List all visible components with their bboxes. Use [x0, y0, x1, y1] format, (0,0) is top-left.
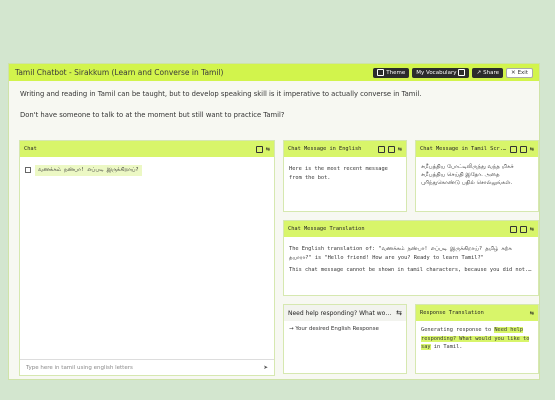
response-translation-panel: Response Translation ⇆ Generating respon…	[415, 304, 539, 374]
response-panel-body: Generating response to Need help respond…	[421, 327, 530, 350]
share-icon[interactable]: ⇆	[530, 225, 534, 233]
chat-messages: வணக்கம் நண்பா! எப்படி இருக்கிறாய்?	[20, 157, 274, 184]
chat-message: வணக்கம் நண்பா! எப்படி இருக்கிறாய்?	[25, 165, 269, 176]
book-icon	[458, 69, 466, 76]
help-panel-header: Need help responding? What would y... ⇆	[284, 305, 406, 321]
help-response-input[interactable]: → Your desired English Response	[284, 321, 406, 342]
expand-icon[interactable]	[519, 225, 527, 233]
bot-avatar-icon	[25, 167, 31, 174]
translation-text: The English translation of: "வணக்கம் நண்…	[289, 246, 512, 261]
title-bar: Tamil Chatbot - Sirakkum (Learn and Conv…	[9, 64, 539, 81]
exit-button[interactable]: ✕ Exit	[505, 67, 533, 78]
share-icon[interactable]: ⇆	[398, 145, 402, 153]
chat-input-bar[interactable]: Type here in tamil using english letters…	[20, 359, 274, 375]
intro-line-1: Writing and reading in Tamil can be taug…	[20, 90, 422, 98]
share-icon[interactable]: ⇆	[266, 145, 270, 153]
theme-icon	[377, 69, 385, 76]
chat-panel: Chat ⇆ வணக்கம் நண்பா! எப்படி இருக்கிறாய்…	[19, 140, 275, 376]
tamil-message-panel: Chat Message in Tamil Scr... ⇆ சமீபத்திய…	[415, 140, 539, 212]
share-button[interactable]: ↗ Share	[472, 67, 503, 78]
copy-icon[interactable]	[509, 225, 517, 233]
chat-input[interactable]: Type here in tamil using english letters	[26, 365, 263, 371]
app-window: Tamil Chatbot - Sirakkum (Learn and Conv…	[8, 63, 540, 380]
app-title: Tamil Chatbot - Sirakkum (Learn and Conv…	[15, 68, 224, 77]
response-panel-header: Response Translation ⇆	[416, 305, 538, 321]
expand-icon[interactable]	[387, 145, 395, 153]
copy-icon[interactable]	[377, 145, 385, 153]
send-icon[interactable]: ➤	[263, 365, 268, 371]
translation-panel: Chat Message Translation ⇆ The English t…	[283, 220, 539, 296]
expand-icon[interactable]	[519, 145, 527, 153]
copy-icon[interactable]	[255, 145, 263, 153]
translation-panel-header: Chat Message Translation ⇆	[284, 221, 538, 237]
copy-icon[interactable]	[509, 145, 517, 153]
translation-panel-body: The English translation of: "வணக்கம் நண்…	[284, 237, 538, 283]
close-icon: ✕	[510, 69, 516, 76]
share-icon[interactable]: ⇆	[530, 309, 534, 317]
english-panel-header: Chat Message in English ⇆	[284, 141, 406, 157]
theme-button[interactable]: Theme	[373, 67, 410, 78]
tamil-panel-header: Chat Message in Tamil Scr... ⇆	[416, 141, 538, 157]
english-panel-body: Here is the most recent message from the…	[289, 166, 388, 181]
share-icon[interactable]: ⇆	[396, 309, 402, 317]
chat-header: Chat ⇆	[20, 141, 274, 157]
share-icon[interactable]: ⇆	[530, 145, 534, 153]
intro-line-2: Don't have someone to talk to at the mom…	[20, 111, 285, 119]
translation-note: This chat message cannot be shown in tam…	[289, 267, 533, 273]
help-panel: Need help responding? What would y... ⇆ …	[283, 304, 407, 374]
english-message-panel: Chat Message in English ⇆ Here is the mo…	[283, 140, 407, 212]
share-icon: ↗	[476, 69, 482, 76]
vocabulary-button[interactable]: My Vocabulary	[412, 67, 470, 78]
tamil-panel-body: சமீபத்திய போட்டிலிருந்து வந்த மிகச் சமீப…	[421, 164, 514, 186]
title-actions: Theme My Vocabulary ↗ Share ✕ Exit	[373, 67, 533, 78]
